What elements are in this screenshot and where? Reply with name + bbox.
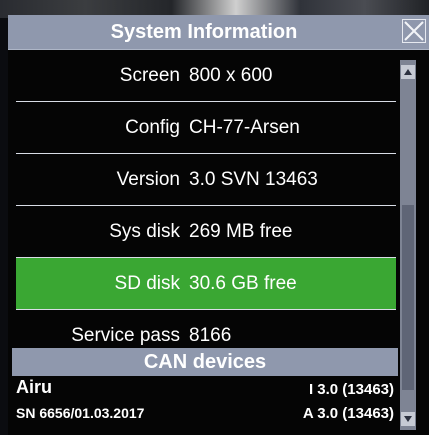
close-icon bbox=[404, 21, 424, 41]
row-value: 269 MB free bbox=[189, 221, 293, 242]
triangle-up-icon bbox=[404, 69, 412, 75]
row-value: 30.6 GB free bbox=[189, 273, 297, 294]
scroll-up-button[interactable] bbox=[401, 65, 415, 79]
row-value: CH-77-Arsen bbox=[189, 117, 300, 138]
title-bar: System Information bbox=[8, 15, 429, 50]
triangle-down-icon bbox=[404, 416, 412, 422]
system-information-dialog: System Information Screen 800 x 600 Conf… bbox=[8, 15, 429, 435]
row-label: Sys disk bbox=[109, 221, 180, 242]
row-value: 800 x 600 bbox=[189, 65, 273, 86]
device-serial: SN 6656/01.03.2017 bbox=[16, 405, 145, 421]
device-firmware-i: I 3.0 (13463) bbox=[308, 381, 394, 398]
info-list: Screen 800 x 600 Config CH-77-Arsen Vers… bbox=[8, 50, 400, 349]
can-devices-header: CAN devices bbox=[12, 348, 398, 376]
info-row-sys-disk[interactable]: Sys disk 269 MB free bbox=[16, 206, 396, 258]
can-device-item[interactable]: Airu I 3.0 (13463) SN 6656/01.03.2017 A … bbox=[12, 377, 398, 435]
row-label: Version bbox=[116, 169, 180, 190]
info-row-config[interactable]: Config CH-77-Arsen bbox=[16, 102, 396, 154]
row-label: Config bbox=[125, 117, 180, 138]
info-row-version[interactable]: Version 3.0 SVN 13463 bbox=[16, 154, 396, 206]
row-value: 3.0 SVN 13463 bbox=[189, 169, 318, 190]
row-label: Screen bbox=[119, 65, 180, 86]
scroll-thumb[interactable] bbox=[402, 205, 414, 390]
info-row-screen[interactable]: Screen 800 x 600 bbox=[16, 50, 396, 102]
device-name: Airu bbox=[16, 377, 52, 397]
device-firmware-a: A 3.0 (13463) bbox=[302, 405, 394, 422]
close-button[interactable] bbox=[402, 19, 426, 43]
row-label: SD disk bbox=[114, 273, 180, 294]
vertical-scrollbar[interactable] bbox=[400, 60, 416, 430]
dialog-title: System Information bbox=[110, 21, 298, 43]
info-row-sd-disk[interactable]: SD disk 30.6 GB free bbox=[16, 258, 396, 310]
scroll-down-button[interactable] bbox=[401, 412, 415, 426]
